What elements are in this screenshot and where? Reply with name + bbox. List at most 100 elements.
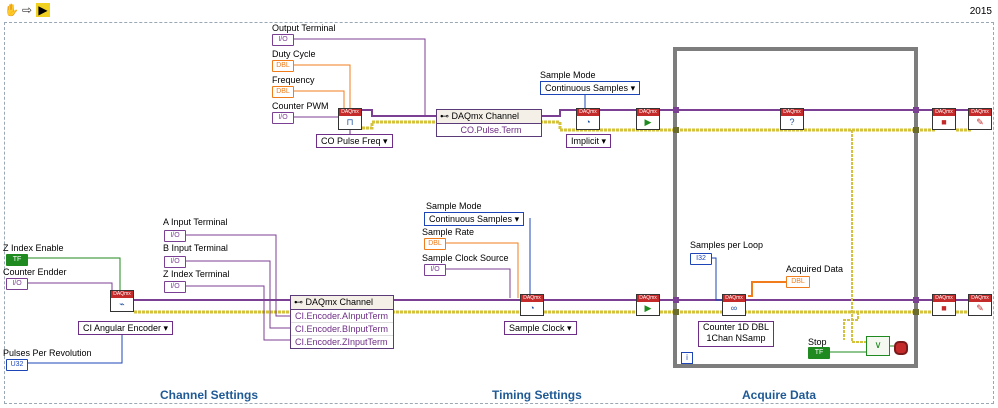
- tunnel-out-error-top: [913, 127, 919, 133]
- clock-icon: ◔: [585, 117, 591, 127]
- daqmx-header: DAQmx: [521, 295, 543, 302]
- stop-control[interactable]: TF: [808, 347, 830, 359]
- pulse-icon: ⊓: [346, 117, 354, 127]
- stop-task-node-top[interactable]: DAQmx ■: [932, 108, 956, 130]
- b-input-terminal-label: B Input Terminal: [163, 243, 228, 253]
- property-node-header: ⊷ DAQmx Channel: [437, 110, 541, 124]
- read-instance-line2: 1Chan NSamp: [706, 333, 766, 343]
- pulses-per-revolution-control[interactable]: U32: [6, 359, 28, 371]
- question-icon: ?: [789, 117, 795, 127]
- a-input-terminal-control[interactable]: I/O: [164, 230, 186, 242]
- property-row-z-input[interactable]: CI.Encoder.ZInputTerm: [291, 336, 393, 348]
- property-node-title: DAQmx Channel: [305, 297, 374, 307]
- loop-condition-stop[interactable]: [894, 341, 908, 355]
- clock-icon: ◔: [529, 303, 535, 313]
- or-function[interactable]: ∨: [866, 336, 890, 356]
- implicit-ring[interactable]: Implicit ▾: [566, 134, 612, 148]
- loop-iteration: i: [681, 352, 693, 364]
- property-row-a-input[interactable]: CI.Encoder.AInputTerm: [291, 310, 393, 323]
- start-task-node-top[interactable]: DAQmx ▶: [636, 108, 660, 130]
- run-icon[interactable]: ▶: [36, 3, 50, 17]
- while-loop[interactable]: [673, 47, 918, 368]
- co-pulse-freq-ring[interactable]: CO Pulse Freq ▾: [316, 134, 393, 148]
- daqmx-channel-property-node-bottom[interactable]: ⊷ DAQmx Channel CI.Encoder.AInputTerm CI…: [290, 295, 394, 349]
- timing-node-top[interactable]: DAQmx ◔: [576, 108, 600, 130]
- samples-per-loop-control[interactable]: I32: [690, 253, 712, 265]
- arrow-right-icon[interactable]: ⇨: [20, 3, 34, 17]
- pulses-per-revolution-label: Pulses Per Revolution: [3, 348, 92, 358]
- tunnel-in-error-bottom: [673, 309, 679, 315]
- sample-clock-source-control[interactable]: I/O: [424, 264, 446, 276]
- stop-square-icon: ■: [941, 303, 947, 313]
- daqmx-header: DAQmx: [339, 109, 361, 116]
- section-timing-settings: Timing Settings: [492, 388, 582, 402]
- play-icon: ▶: [644, 303, 652, 313]
- frequency-label: Frequency: [272, 75, 315, 85]
- tunnel-out-task-bottom: [913, 297, 919, 303]
- property-node-title: DAQmx Channel: [451, 111, 520, 121]
- tunnel-in-error-top: [673, 127, 679, 133]
- sample-mode-top-label: Sample Mode: [540, 70, 596, 80]
- section-channel-settings: Channel Settings: [160, 388, 259, 402]
- z-index-enable-label: Z Index Enable: [3, 243, 64, 253]
- tunnel-in-task-top: [673, 107, 679, 113]
- z-index-terminal-control[interactable]: I/O: [164, 281, 186, 293]
- output-terminal-control[interactable]: I/O: [272, 34, 294, 46]
- sample-mode-top-ring[interactable]: Continuous Samples ▾: [540, 81, 641, 95]
- tunnel-out-error-bottom: [913, 309, 919, 315]
- property-row-b-input[interactable]: CI.Encoder.BInputTerm: [291, 323, 393, 336]
- counter-endder-control[interactable]: I/O: [6, 278, 28, 290]
- co-pulse-freq-value: CO Pulse Freq: [321, 136, 381, 146]
- a-input-terminal-label: A Input Terminal: [163, 217, 228, 227]
- ci-angular-encoder-ring[interactable]: CI Angular Encoder ▾: [78, 321, 174, 335]
- clear-task-node-top[interactable]: DAQmx ✎: [968, 108, 992, 130]
- sample-mode-mid-ring[interactable]: Continuous Samples ▾: [424, 212, 525, 226]
- daqmx-header: DAQmx: [723, 295, 745, 302]
- stop-task-node-bottom[interactable]: DAQmx ■: [932, 294, 956, 316]
- read-node[interactable]: DAQmx ∞: [722, 294, 746, 316]
- daqmx-header: DAQmx: [111, 291, 133, 298]
- read-instance-line1: Counter 1D DBL: [703, 322, 770, 332]
- duty-cycle-control[interactable]: DBL: [272, 60, 294, 72]
- read-instance-ring[interactable]: Counter 1D DBL 1Chan NSamp: [698, 321, 775, 347]
- tunnel-in-task-bottom: [673, 297, 679, 303]
- eraser-icon: ✎: [976, 303, 984, 313]
- sample-clock-value: Sample Clock: [509, 323, 565, 333]
- stop-square-icon: ■: [941, 117, 947, 127]
- b-input-terminal-control[interactable]: I/O: [164, 256, 186, 268]
- is-task-done-node[interactable]: DAQmx ?: [780, 108, 804, 130]
- clear-task-node-bottom[interactable]: DAQmx ✎: [968, 294, 992, 316]
- acquired-data-label: Acquired Data: [786, 264, 844, 274]
- output-terminal-label: Output Terminal: [272, 23, 336, 33]
- daqmx-header: DAQmx: [781, 109, 803, 116]
- daqmx-header: DAQmx: [969, 109, 991, 116]
- frequency-control[interactable]: DBL: [272, 86, 294, 98]
- daqmx-header: DAQmx: [933, 109, 955, 116]
- sample-rate-control[interactable]: DBL: [424, 238, 446, 250]
- counter-pwm-control[interactable]: I/O: [272, 112, 294, 124]
- sample-clock-source-label: Sample Clock Source: [422, 253, 509, 263]
- daqmx-header: DAQmx: [969, 295, 991, 302]
- hand-icon[interactable]: ✋: [4, 3, 19, 17]
- duty-cycle-label: Duty Cycle: [272, 49, 316, 59]
- eraser-icon: ✎: [976, 117, 984, 127]
- start-task-node-bottom[interactable]: DAQmx ▶: [636, 294, 660, 316]
- tunnel-out-task-top: [913, 107, 919, 113]
- daqmx-channel-property-node-top[interactable]: ⊷ DAQmx Channel CO.Pulse.Term: [436, 109, 542, 137]
- property-row-pulse-term[interactable]: CO.Pulse.Term: [437, 124, 541, 136]
- sample-clock-ring[interactable]: Sample Clock ▾: [504, 321, 577, 335]
- create-channel-ci-node[interactable]: DAQmx ⌁: [110, 290, 134, 312]
- daqmx-header: DAQmx: [637, 295, 659, 302]
- section-acquire-data: Acquire Data: [742, 388, 817, 402]
- sample-rate-label: Sample Rate: [422, 227, 475, 237]
- create-channel-co-node[interactable]: DAQmx ⊓: [338, 108, 362, 130]
- z-index-enable-control[interactable]: TF: [6, 254, 28, 266]
- timing-node-bottom[interactable]: DAQmx ◔: [520, 294, 544, 316]
- counter-pwm-label: Counter PWM: [272, 101, 329, 111]
- samples-per-loop-label: Samples per Loop: [690, 240, 764, 250]
- counter-endder-label: Counter Endder: [3, 267, 67, 277]
- glasses-icon: ∞: [730, 303, 738, 313]
- acquired-data-indicator: DBL: [786, 276, 810, 288]
- sample-mode-mid-label: Sample Mode: [426, 201, 482, 211]
- play-icon: ▶: [644, 117, 652, 127]
